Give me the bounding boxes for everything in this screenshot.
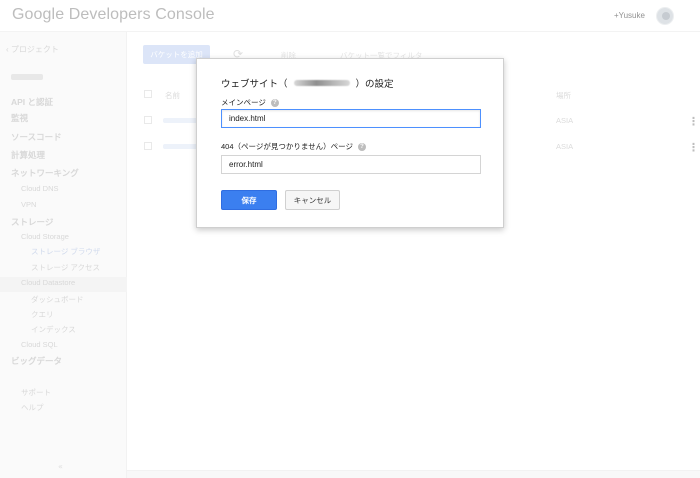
dialog-title: ウェブサイト（ ）の設定 xyxy=(221,76,394,90)
main-page-label-text: メインページ xyxy=(221,98,266,107)
not-found-label-text: 404（ページが見つかりません）ページ xyxy=(221,142,353,151)
not-found-page-label: 404（ページが見つかりません）ページ ? xyxy=(221,141,366,152)
website-settings-dialog: ウェブサイト（ ）の設定 メインページ ? 404（ページが見つかりません）ペー… xyxy=(196,58,504,228)
save-button[interactable]: 保存 xyxy=(221,190,277,210)
main-page-input[interactable] xyxy=(221,109,481,128)
dialog-title-suffix: ）の設定 xyxy=(355,79,394,90)
not-found-page-input[interactable] xyxy=(221,155,481,174)
dialog-title-prefix: ウェブサイト（ xyxy=(221,79,288,90)
bucket-name-blurred xyxy=(293,80,350,86)
cancel-button[interactable]: キャンセル xyxy=(285,190,340,210)
main-page-label: メインページ ? xyxy=(221,97,279,108)
help-icon[interactable]: ? xyxy=(358,142,366,151)
help-icon[interactable]: ? xyxy=(270,98,279,107)
